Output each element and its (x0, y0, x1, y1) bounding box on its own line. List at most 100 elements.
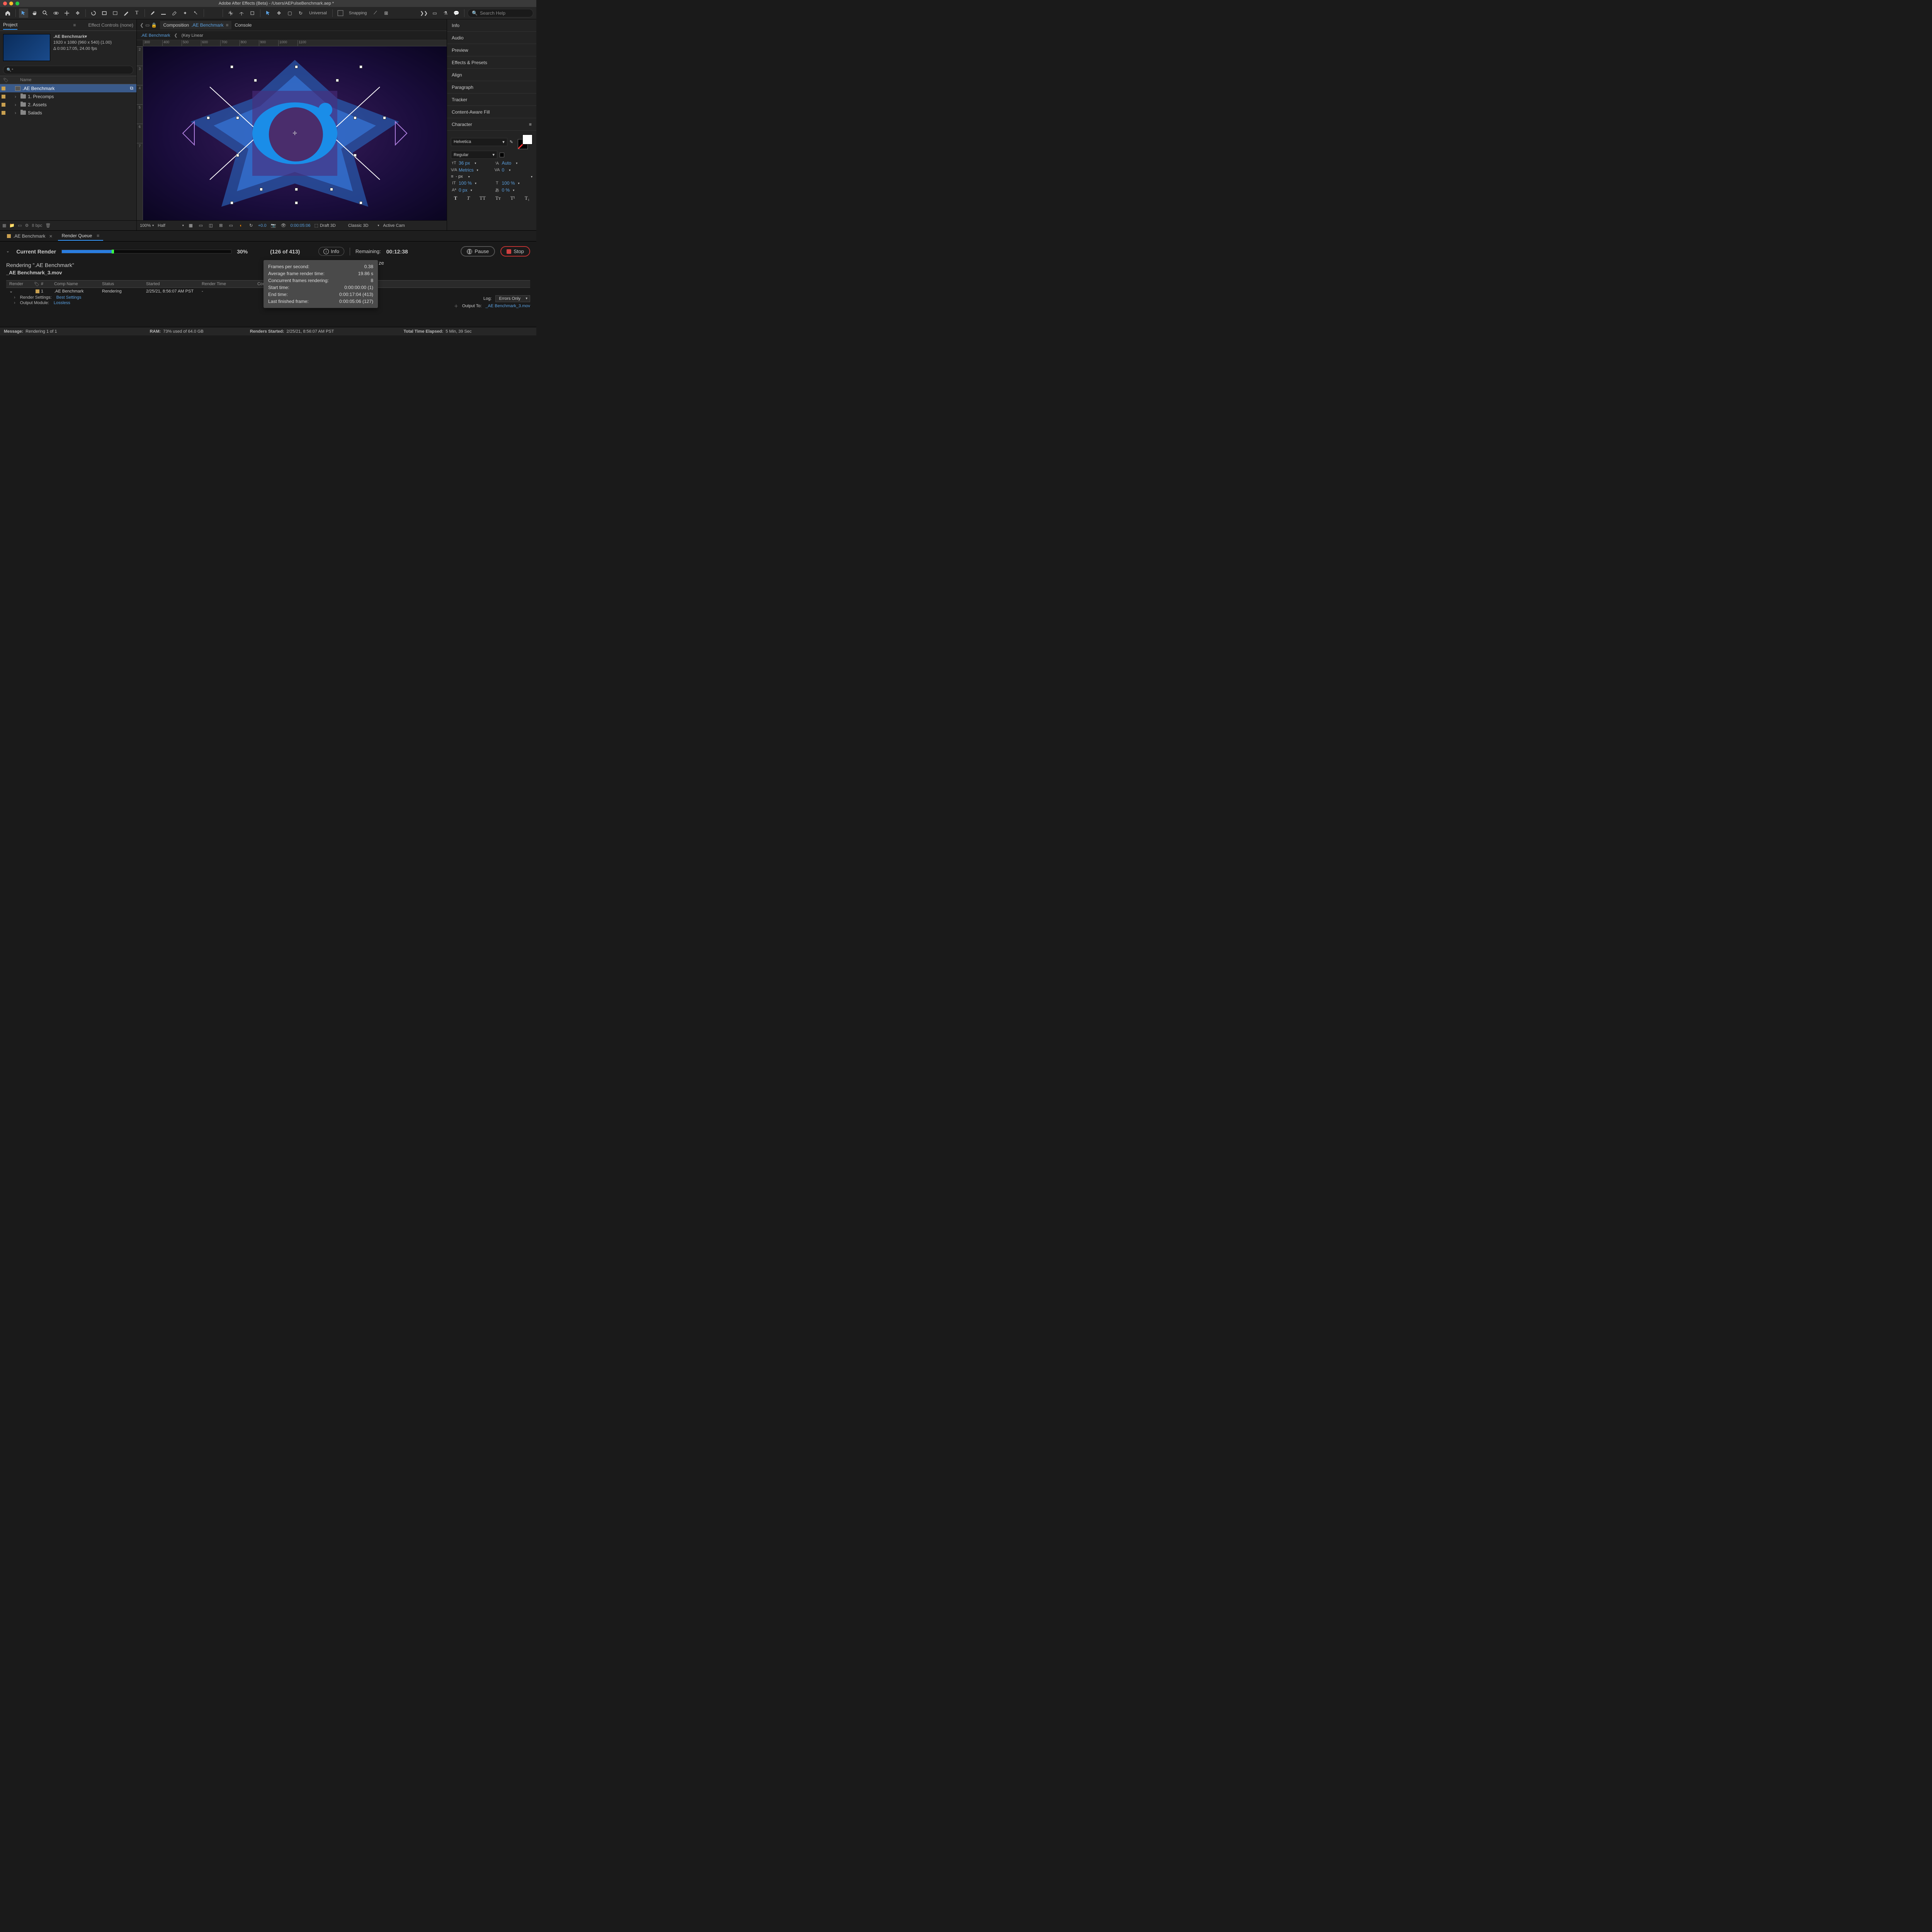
selection-handle[interactable] (354, 154, 357, 157)
axis-view-icon[interactable] (248, 9, 257, 18)
trash-icon[interactable]: 🗑 (45, 223, 51, 228)
axis-mode-label[interactable]: Universal (307, 11, 329, 15)
comp-flowchart-icon[interactable]: ▭ (145, 22, 150, 28)
comp-lock-icon[interactable]: 🔒 (151, 22, 157, 28)
hand-tool[interactable] (30, 9, 39, 18)
composition-viewer[interactable]: 30040050060070080090010001100 234567 (137, 40, 447, 220)
character-panel-title[interactable]: Character (452, 122, 472, 127)
active-camera-label[interactable]: Active Cam (383, 223, 405, 228)
breadcrumb-back-icon[interactable]: ❮ (174, 33, 177, 38)
3d-move-icon[interactable]: ✥ (274, 9, 284, 18)
project-item[interactable]: .AE Benchmark⧉ (0, 84, 136, 92)
panel-tracker[interactable]: Tracker (447, 94, 536, 106)
selection-handle[interactable] (295, 188, 298, 191)
row-twirl[interactable]: ⌄ (9, 289, 13, 294)
label-color-swatch[interactable] (2, 111, 5, 115)
snapping-checkbox[interactable] (336, 9, 345, 18)
tab-project[interactable]: Project (3, 20, 17, 30)
overflow-icon[interactable]: ❯❯ (419, 9, 429, 18)
orbit-tool[interactable] (51, 9, 61, 18)
selection-handle[interactable] (230, 65, 233, 68)
col-comp-name[interactable]: Comp Name (54, 282, 100, 286)
pen-tool[interactable] (121, 9, 131, 18)
current-render-twirl[interactable]: ⌄ (6, 249, 9, 253)
font-family-dropdown[interactable]: Helvetica▾ (451, 138, 507, 146)
interpret-footage-icon[interactable]: ▦ (2, 223, 6, 228)
panel-preview[interactable]: Preview (447, 44, 536, 56)
stroke-width-value[interactable]: - px (456, 174, 463, 179)
selection-handle[interactable] (336, 79, 339, 82)
log-dropdown[interactable]: Errors Only (495, 295, 530, 302)
axis-local-icon[interactable] (226, 9, 235, 18)
snapshot-icon[interactable]: 📷 (270, 223, 276, 229)
selection-handle[interactable] (254, 79, 257, 82)
zoom-dropdown[interactable]: 100%▾ (140, 223, 154, 228)
exposure-value[interactable]: +0.0 (258, 223, 267, 228)
subscript-button[interactable]: T₁ (525, 195, 529, 201)
panel-align[interactable]: Align (447, 69, 536, 81)
twirl-icon[interactable]: › (15, 110, 19, 116)
tracking-value[interactable]: 0 (502, 167, 505, 173)
panel-effects-presets[interactable]: Effects & Presets (447, 56, 536, 69)
baseline-value[interactable]: 0 px (459, 187, 468, 193)
extension-icon[interactable]: ⚗ (441, 9, 450, 18)
3d-rotate-icon[interactable]: ↻ (296, 9, 305, 18)
selection-handle[interactable] (354, 116, 357, 119)
leading-value[interactable]: Auto (502, 160, 512, 166)
name-column-header[interactable]: Name (20, 78, 31, 82)
tab-menu-icon[interactable]: ≡ (226, 22, 228, 28)
font-size-value[interactable]: 36 px (459, 160, 470, 166)
comp-back-icon[interactable]: ❮ (140, 22, 144, 28)
selection-handle[interactable] (295, 201, 298, 204)
project-search-input[interactable]: 🔍⁺ (3, 66, 133, 74)
comp-thumbnail[interactable] (3, 34, 50, 61)
panel-menu-icon[interactable]: ≡ (529, 122, 532, 127)
project-item[interactable]: ›2. Assets (0, 100, 136, 109)
current-time[interactable]: 0:00:05:06 (290, 223, 310, 228)
italic-button[interactable]: T (467, 195, 469, 201)
selection-handle[interactable] (236, 154, 239, 157)
project-settings-icon[interactable]: ⚙ (25, 223, 29, 228)
selection-handle[interactable] (359, 201, 362, 204)
selection-handle[interactable] (359, 65, 362, 68)
breadcrumb-comp[interactable]: .AE Benchmark (141, 33, 170, 38)
new-comp-icon[interactable]: ▭ (18, 223, 22, 228)
roto-brush-tool[interactable]: ✦ (180, 9, 190, 18)
text-tool[interactable]: T (132, 9, 141, 18)
label-color-swatch[interactable] (2, 87, 5, 90)
col-started[interactable]: Started (146, 282, 200, 286)
brush-tool[interactable] (148, 9, 157, 18)
panel-content-aware-fill[interactable]: Content-Aware Fill (447, 106, 536, 118)
twirl-icon[interactable]: › (15, 102, 19, 107)
small-swatch[interactable] (500, 153, 504, 157)
tab-effect-controls[interactable]: Effect Controls (none) (88, 21, 133, 29)
panel-audio[interactable]: Audio (447, 32, 536, 44)
search-help-input[interactable]: 🔍 Search Help (468, 9, 533, 17)
rectangle-tool[interactable] (100, 9, 109, 18)
project-item[interactable]: ›Salads (0, 109, 136, 117)
selection-handle[interactable] (330, 188, 333, 191)
smallcaps-button[interactable]: Tᴛ (495, 195, 501, 201)
label-column-icon[interactable]: 🏷 (3, 78, 9, 83)
panel-info[interactable]: Info (447, 19, 536, 32)
grid-guides-icon[interactable]: ⊞ (218, 223, 224, 229)
selection-handle[interactable] (295, 65, 298, 68)
show-snapshot-icon[interactable]: 👁 (280, 223, 286, 229)
maximize-window-button[interactable] (15, 2, 19, 5)
color-mgmt-icon[interactable]: ◐ (238, 223, 244, 229)
close-window-button[interactable] (3, 2, 7, 5)
selection-tool[interactable] (19, 9, 28, 18)
3d-scale-icon[interactable]: ▢ (285, 9, 294, 18)
axis-world-icon[interactable] (237, 9, 246, 18)
panel-paragraph[interactable]: Paragraph (447, 81, 536, 94)
label-color-swatch[interactable] (2, 103, 5, 107)
bpc-label[interactable]: 8 bpc (32, 223, 42, 228)
eraser-tool[interactable] (170, 9, 179, 18)
hscale-value[interactable]: 100 % (502, 180, 515, 186)
zoom-tool[interactable] (41, 9, 50, 18)
toggle-mask-icon[interactable]: ▭ (198, 223, 204, 229)
3d-cursor-icon[interactable] (264, 9, 273, 18)
bold-button[interactable]: T (454, 195, 457, 201)
snap-option-icon[interactable]: ⟋ (371, 9, 380, 18)
workspace-icon[interactable]: ▭ (430, 9, 439, 18)
